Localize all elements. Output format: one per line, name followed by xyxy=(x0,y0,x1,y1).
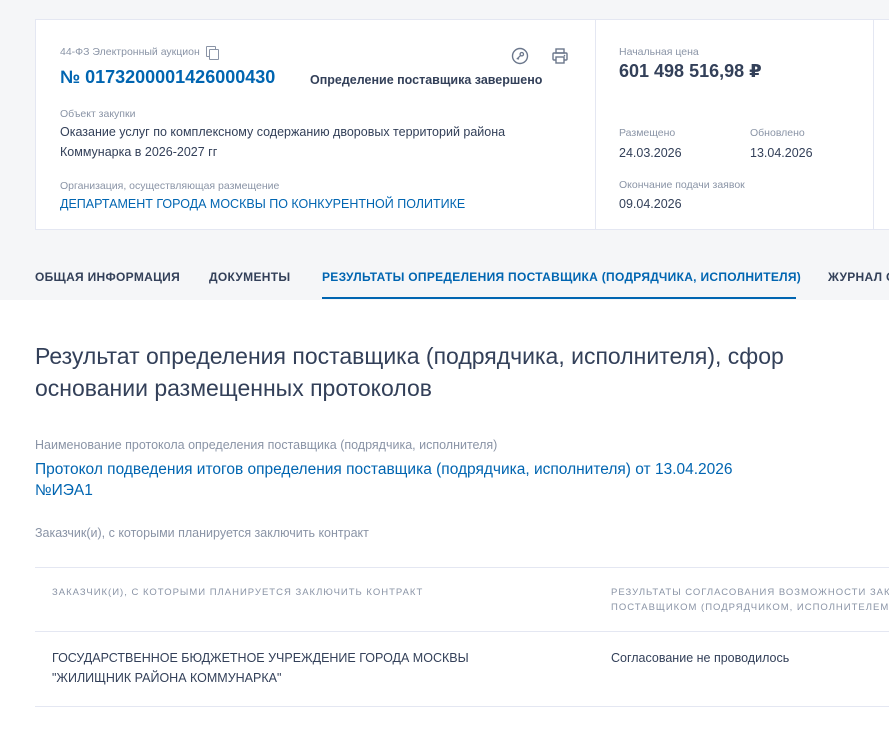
price-label: Начальная цена xyxy=(619,46,699,58)
key-icon[interactable] xyxy=(510,46,530,66)
protocol-link[interactable]: Протокол подведения итогов определения п… xyxy=(35,459,733,501)
page-title-line1: Результат определения поставщика (подряд… xyxy=(35,343,784,369)
table-header-customer: ЗАКАЗЧИК(И), С КОТОРЫМИ ПЛАНИРУЕТСЯ ЗАКЛ… xyxy=(52,587,424,598)
table-header-results-line1: РЕЗУЛЬТАТЫ СОГЛАСОВАНИЯ ВОЗМОЖНОСТИ ЗАК xyxy=(611,587,889,598)
tender-card: 44-ФЗ Электронный аукцион № 017320000142… xyxy=(35,19,889,230)
deadline-value: 09.04.2026 xyxy=(619,197,682,211)
table-top-border xyxy=(35,567,889,568)
page-title: Результат определения поставщика (подряд… xyxy=(35,340,784,404)
updated-label: Обновлено xyxy=(750,127,805,139)
updated-value: 13.04.2026 xyxy=(750,146,813,160)
tender-number-link[interactable]: № 0173200001426000430 xyxy=(60,67,275,88)
placed-label: Размещено xyxy=(619,127,676,139)
price-value: 601 498 516,98 ₽ xyxy=(619,61,762,81)
organization-label: Организация, осуществляющая размещение xyxy=(60,180,280,192)
protocol-label: Наименование протокола определения поста… xyxy=(35,438,498,452)
table-cell-customer: ГОСУДАРСТВЕННОЕ БЮДЖЕТНОЕ УЧРЕЖДЕНИЕ ГОР… xyxy=(52,648,469,688)
protocol-link-line2[interactable]: №ИЭА1 xyxy=(35,480,733,501)
protocol-link-line1[interactable]: Протокол подведения итогов определения п… xyxy=(35,459,733,480)
tab-journal[interactable]: ЖУРНАЛ С xyxy=(828,270,889,284)
tab-general-info[interactable]: ОБЩАЯ ИНФОРМАЦИЯ xyxy=(35,270,180,284)
table-header-results: РЕЗУЛЬТАТЫ СОГЛАСОВАНИЯ ВОЗМОЖНОСТИ ЗАК … xyxy=(611,585,889,615)
table-row-border xyxy=(35,706,889,707)
placed-value: 24.03.2026 xyxy=(619,146,682,160)
subject-value: Оказание услуг по комплексному содержани… xyxy=(60,125,506,159)
customer-name-line1: ГОСУДАРСТВЕННОЕ БЮДЖЕТНОЕ УЧРЕЖДЕНИЕ ГОР… xyxy=(52,651,469,665)
tab-supplier-results[interactable]: РЕЗУЛЬТАТЫ ОПРЕДЕЛЕНИЯ ПОСТАВЩИКА (ПОДРЯ… xyxy=(322,270,801,284)
active-tab-indicator xyxy=(322,297,796,299)
printer-icon[interactable] xyxy=(550,46,570,66)
tender-type: 44-ФЗ Электронный аукцион xyxy=(60,46,200,58)
table-header-border xyxy=(35,631,889,632)
customer-name-line2: "ЖИЛИЩНИК РАЙОНА КОММУНАРКА" xyxy=(52,671,282,685)
tender-status: Определение поставщика завершено xyxy=(310,73,543,87)
deadline-label: Окончание подачи заявок xyxy=(619,179,745,191)
copy-icon[interactable] xyxy=(205,46,219,60)
tabs-bar: ОБЩАЯ ИНФОРМАЦИЯ ДОКУМЕНТЫ РЕЗУЛЬТАТЫ ОП… xyxy=(0,258,889,300)
table-cell-result: Согласование не проводилось xyxy=(611,651,790,665)
customers-label: Заказчик(и), с которыми планируется закл… xyxy=(35,526,369,540)
tender-type-row: 44-ФЗ Электронный аукцион xyxy=(60,46,219,60)
tender-main-info: 44-ФЗ Электронный аукцион № 017320000142… xyxy=(36,20,596,229)
tender-price-dates: Начальная цена 601 498 516,98 ₽ Размещен… xyxy=(595,20,874,229)
page-header-area: 44-ФЗ Электронный аукцион № 017320000142… xyxy=(0,0,889,300)
subject-label: Объект закупки xyxy=(60,108,136,120)
organization-link[interactable]: ДЕПАРТАМЕНТ ГОРОДА МОСКВЫ ПО КОНКУРЕНТНО… xyxy=(60,197,465,211)
page-title-line2: основании размещенных протоколов xyxy=(35,375,432,401)
table-header-results-line2: ПОСТАВЩИКОМ (ПОДРЯДЧИКОМ, ИСПОЛНИТЕЛЕМ xyxy=(611,602,889,613)
tab-documents[interactable]: ДОКУМЕНТЫ xyxy=(209,270,290,284)
